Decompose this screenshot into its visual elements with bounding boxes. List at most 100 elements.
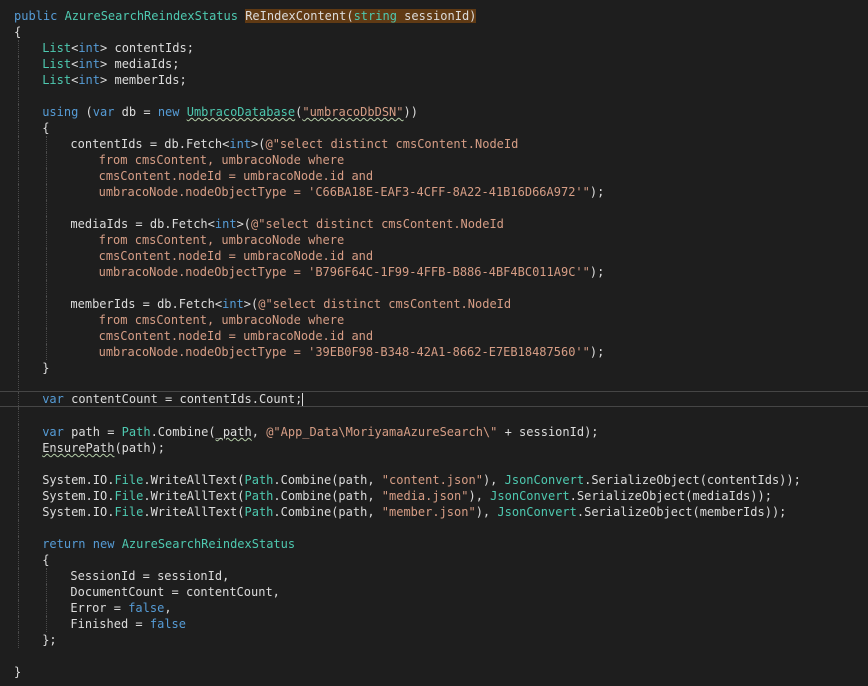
code-text: umbracoNode.nodeObjectType = 'B796F64C-1…: [99, 264, 605, 280]
indent-guide: [46, 200, 48, 216]
code-line[interactable]: [0, 88, 868, 104]
code-line[interactable]: using (var db = new UmbracoDatabase("umb…: [0, 104, 868, 120]
code-line[interactable]: [0, 408, 868, 424]
code-line[interactable]: {: [0, 120, 868, 136]
indent-guide: [18, 200, 19, 216]
code-text: public AzureSearchReindexStatus ReIndexC…: [14, 8, 477, 24]
code-token: string: [353, 9, 397, 23]
code-token: .WriteAllText(: [143, 505, 245, 519]
code-line[interactable]: SessionId = sessionId,: [0, 568, 868, 584]
code-line[interactable]: cmsContent.nodeId = umbracoNode.id and: [0, 248, 868, 264]
code-text: }: [42, 360, 49, 376]
code-line[interactable]: from cmsContent, umbracoNode where: [0, 232, 868, 248]
code-token: int: [229, 137, 252, 151]
code-line[interactable]: [0, 376, 868, 392]
code-line[interactable]: [0, 456, 868, 472]
code-line[interactable]: System.IO.File.WriteAllText(Path.Combine…: [0, 488, 868, 504]
code-line[interactable]: DocumentCount = contentCount,: [0, 584, 868, 600]
code-token: }: [42, 361, 50, 375]
code-line[interactable]: [0, 280, 868, 296]
code-line[interactable]: contentIds = db.Fetch<int>(@"select dist…: [0, 136, 868, 152]
code-line[interactable]: mediaIds = db.Fetch<int>(@"select distin…: [0, 216, 868, 232]
code-text: from cmsContent, umbracoNode where: [99, 232, 345, 248]
code-token: AzureSearchReindexStatus: [121, 537, 296, 551]
code-token: umbracoNode.nodeObjectType = 'B796F64C-1…: [98, 265, 590, 279]
code-token: "member.json": [381, 505, 476, 519]
code-token: JsonConvert: [504, 473, 585, 487]
code-token: File: [114, 473, 144, 487]
code-token: "media.json": [381, 489, 469, 503]
code-line[interactable]: umbracoNode.nodeObjectType = 'C66BA18E-E…: [0, 184, 868, 200]
code-line[interactable]: System.IO.File.WriteAllText(Path.Combine…: [0, 504, 868, 520]
code-text: from cmsContent, umbracoNode where: [99, 312, 345, 328]
code-token: );: [589, 345, 605, 359]
code-line[interactable]: var contentCount = contentIds.Count;: [0, 391, 868, 408]
code-line[interactable]: };: [0, 632, 868, 648]
code-line[interactable]: System.IO.File.WriteAllText(Path.Combine…: [0, 472, 868, 488]
code-line[interactable]: EnsurePath(path);: [0, 440, 868, 456]
code-line[interactable]: umbracoNode.nodeObjectType = '39EB0F98-B…: [0, 344, 868, 360]
code-token: contentCount = contentIds.Count;: [63, 392, 303, 406]
code-line[interactable]: Error = false,: [0, 600, 868, 616]
code-token: var: [42, 392, 64, 406]
code-token: ,: [164, 601, 172, 615]
code-token: var: [42, 425, 64, 439]
code-line[interactable]: cmsContent.nodeId = umbracoNode.id and: [0, 168, 868, 184]
indent-guide: [18, 584, 19, 600]
code-token: Finished =: [70, 617, 150, 631]
code-token: Error =: [70, 601, 129, 615]
code-token: {: [42, 121, 50, 135]
indent-guide: [46, 184, 48, 200]
code-token: .Combine(: [150, 425, 216, 439]
code-token: contentIds = db.Fetch<: [70, 137, 230, 151]
code-line[interactable]: {: [0, 24, 868, 40]
code-editor[interactable]: public AzureSearchReindexStatus ReIndexC…: [0, 0, 868, 686]
code-line[interactable]: from cmsContent, umbracoNode where: [0, 312, 868, 328]
code-text: using (var db = new UmbracoDatabase("umb…: [42, 104, 418, 120]
code-token: cmsContent.nodeId = umbracoNode.id and: [98, 249, 374, 263]
code-text: };: [42, 632, 56, 648]
indent-guide: [46, 312, 48, 328]
indent-guide: [18, 440, 19, 456]
code-line[interactable]: memberIds = db.Fetch<int>(@"select disti…: [0, 296, 868, 312]
code-line[interactable]: [0, 648, 868, 664]
code-line[interactable]: }: [0, 360, 868, 376]
indent-guide: [18, 568, 19, 584]
code-line[interactable]: {: [0, 552, 868, 568]
code-text: mediaIds = db.Fetch<int>(@"select distin…: [70, 216, 504, 232]
code-line[interactable]: List<int> contentIds;: [0, 40, 868, 56]
indent-guide: [18, 104, 19, 120]
indent-guides: [0, 648, 868, 664]
indent-guide: [18, 88, 19, 104]
indent-guide: [18, 232, 19, 248]
indent-guide: [18, 328, 19, 344]
indent-guide: [18, 152, 19, 168]
code-token: List: [42, 57, 72, 71]
code-line[interactable]: return new AzureSearchReindexStatus: [0, 536, 868, 552]
code-token: from cmsContent, umbracoNode where: [98, 153, 345, 167]
code-line[interactable]: from cmsContent, umbracoNode where: [0, 152, 868, 168]
code-line[interactable]: [0, 520, 868, 536]
code-line[interactable]: umbracoNode.nodeObjectType = 'B796F64C-1…: [0, 264, 868, 280]
code-text: Error = false,: [70, 600, 171, 616]
indent-guides: [0, 456, 868, 472]
code-line[interactable]: List<int> memberIds;: [0, 72, 868, 88]
code-token: cmsContent.nodeId = umbracoNode.id and: [98, 169, 374, 183]
code-line[interactable]: Finished = false: [0, 616, 868, 632]
indent-guide: [46, 152, 48, 168]
code-line[interactable]: List<int> mediaIds;: [0, 56, 868, 72]
code-line[interactable]: [0, 200, 868, 216]
code-line[interactable]: }: [0, 664, 868, 680]
code-token: )): [403, 105, 418, 119]
code-text: System.IO.File.WriteAllText(Path.Combine…: [42, 488, 772, 504]
code-line[interactable]: var path = Path.Combine(_path, @"App_Dat…: [0, 424, 868, 440]
code-token: };: [42, 633, 57, 647]
code-token: int: [78, 57, 101, 71]
code-text: SessionId = sessionId,: [70, 568, 229, 584]
code-line[interactable]: public AzureSearchReindexStatus ReIndexC…: [0, 8, 868, 24]
code-line[interactable]: cmsContent.nodeId = umbracoNode.id and: [0, 328, 868, 344]
code-token: using: [42, 105, 79, 119]
code-token: (: [78, 105, 93, 119]
